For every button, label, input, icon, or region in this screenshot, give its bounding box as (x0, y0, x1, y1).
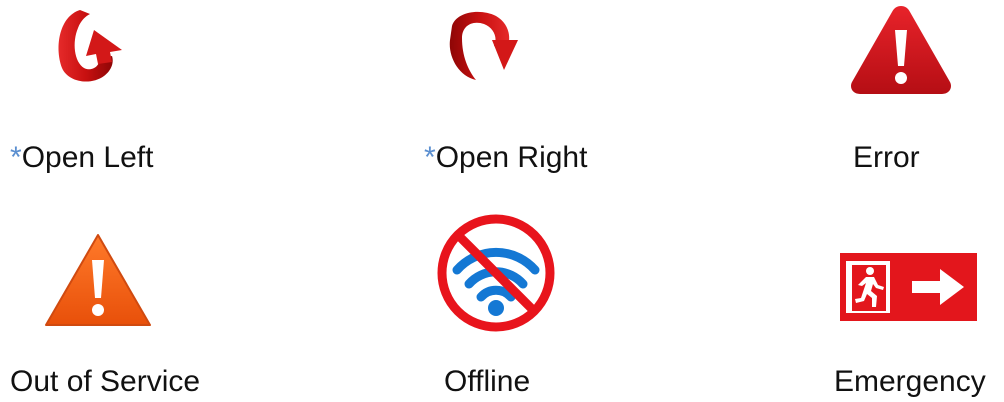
open-right-text: Open Right (435, 141, 588, 174)
no-wifi-icon (435, 212, 557, 334)
open-right-arrow-icon (440, 6, 518, 86)
offline-label: Offline (444, 365, 530, 399)
asterisk-marker: * (424, 141, 436, 174)
out-of-service-label: Out of Service (10, 365, 200, 399)
emergency-exit-icon (840, 253, 977, 321)
offline-text: Offline (444, 365, 531, 398)
asterisk-marker: * (10, 141, 22, 174)
open-left-arrow-icon (50, 6, 128, 86)
open-left-text: Open Left (21, 141, 154, 174)
open-right-label: *Open Right (424, 141, 587, 175)
error-label: Error (853, 141, 920, 175)
emergency-text: Emergency (834, 365, 986, 398)
emergency-label: Emergency (834, 365, 986, 399)
out-of-service-text: Out of Service (10, 365, 201, 398)
error-text: Error (853, 141, 920, 174)
open-left-label: *Open Left (10, 141, 153, 175)
warning-icon (44, 232, 152, 328)
error-warning-icon (848, 2, 954, 96)
